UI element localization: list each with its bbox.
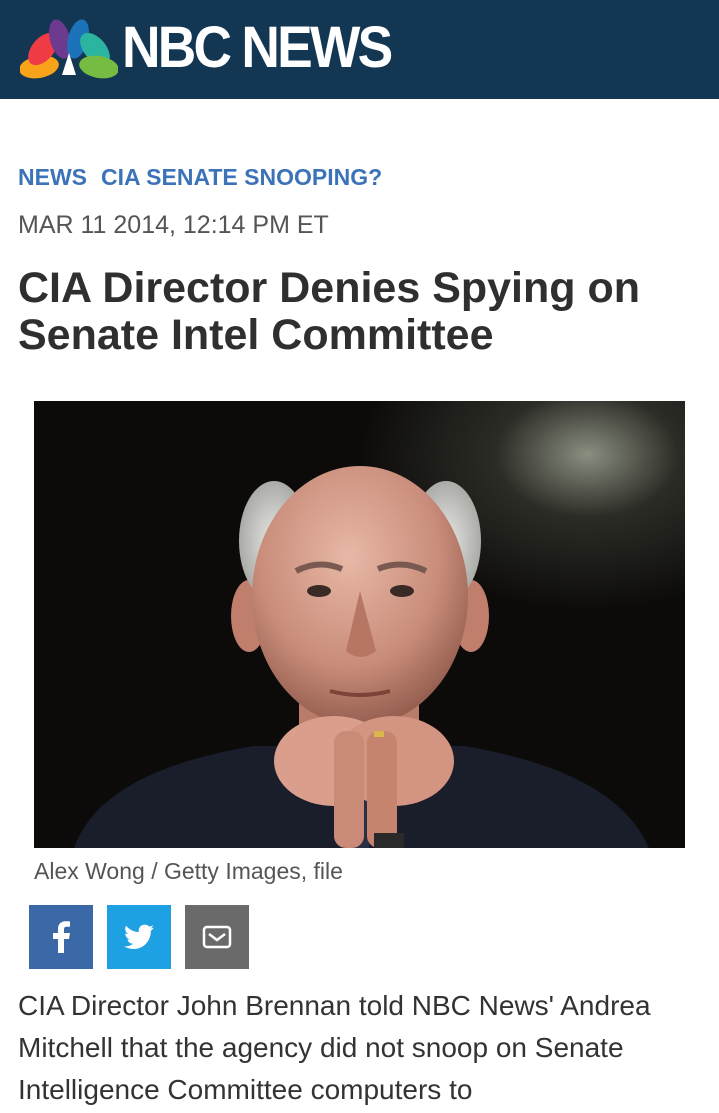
- twitter-icon: [124, 924, 154, 949]
- photo-illustration: [34, 401, 685, 848]
- breadcrumb-topic-link[interactable]: CIA SENATE SNOOPING?: [101, 164, 382, 190]
- email-share-button[interactable]: [185, 905, 249, 969]
- brand-name: NBC NEWS: [122, 15, 393, 80]
- twitter-share-button[interactable]: [107, 905, 171, 969]
- site-header: NBC NEWS: [0, 0, 719, 99]
- facebook-share-button[interactable]: [29, 905, 93, 969]
- article-photo[interactable]: [34, 401, 685, 848]
- breadcrumb: NEWS CIA SENATE SNOOPING?: [18, 164, 396, 191]
- nbc-news-logo[interactable]: NBC NEWS: [20, 8, 414, 88]
- photo-caption: Alex Wong / Getty Images, file: [34, 858, 343, 884]
- email-icon: [202, 925, 232, 949]
- facebook-icon: [53, 921, 70, 953]
- nbc-peacock-icon: [20, 19, 118, 79]
- article-dateline: MAR 11 2014, 12:14 PM ET: [18, 211, 329, 239]
- article-body: CIA Director John Brennan told NBC News'…: [18, 990, 651, 1105]
- breadcrumb-section-link[interactable]: NEWS: [18, 164, 87, 190]
- article-headline: CIA Director Denies Spying on Senate Int…: [18, 264, 641, 359]
